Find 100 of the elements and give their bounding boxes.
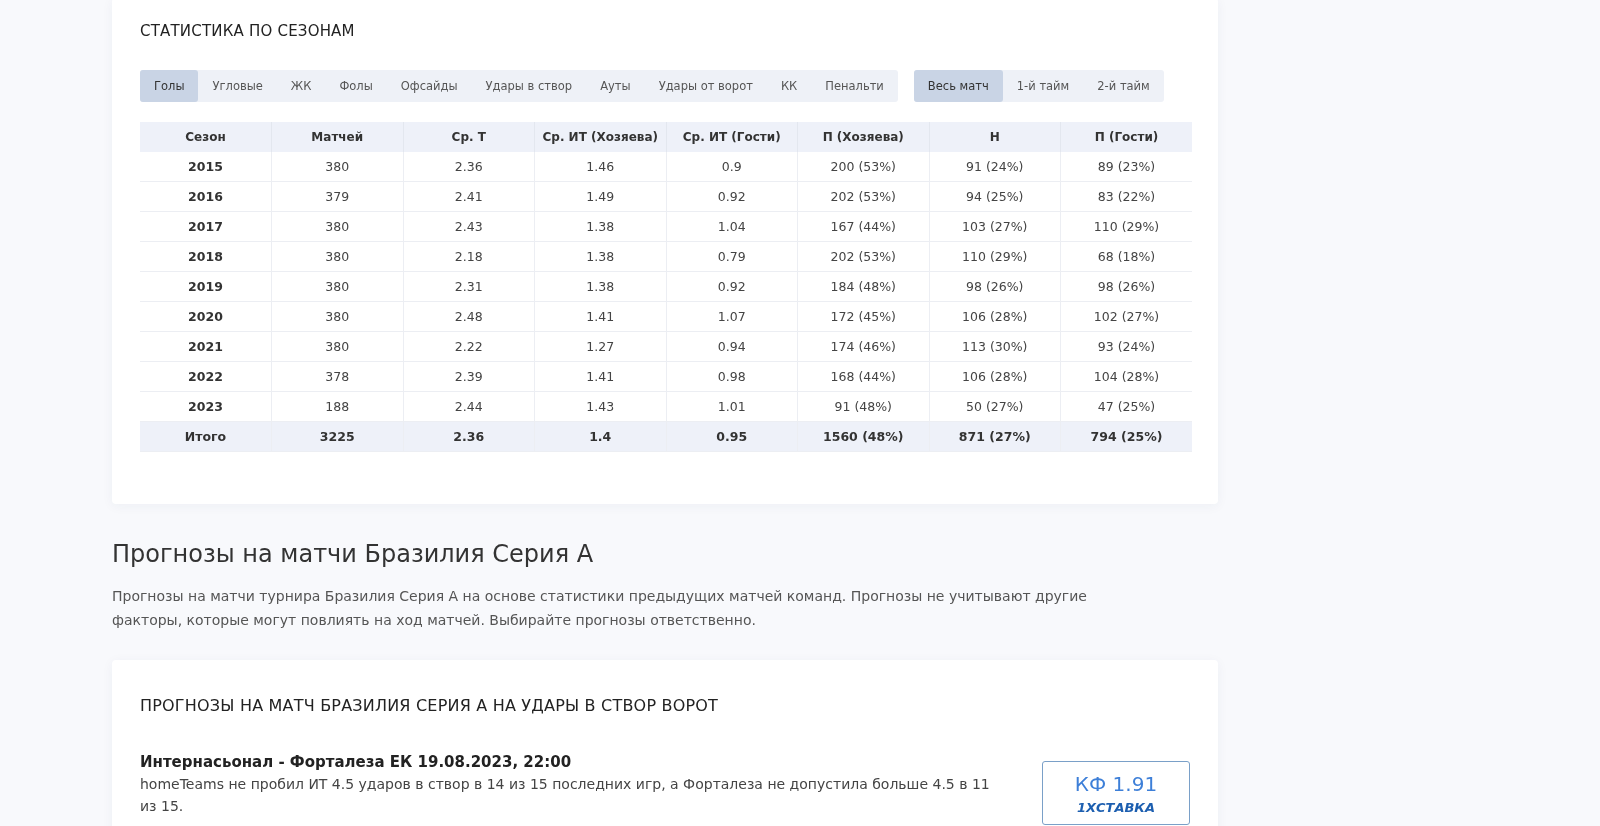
table-cell: 98 (26%) (929, 271, 1061, 302)
table-cell: 94 (25%) (929, 181, 1061, 212)
table-cell: 2.39 (403, 361, 535, 392)
table-cell: 89 (23%) (1060, 152, 1192, 182)
table-cell: 168 (44%) (797, 361, 929, 392)
odds-value: КФ 1.91 (1074, 771, 1158, 796)
tab[interactable]: Угловые (198, 70, 277, 102)
table-cell: 47 (25%) (1060, 391, 1192, 422)
table-cell: 1.04 (666, 211, 798, 242)
table-cell: 2.41 (403, 181, 535, 212)
table-cell: 1.43 (534, 391, 666, 422)
tab[interactable]: ЖК (276, 70, 326, 102)
total-cell: 3225 (271, 421, 403, 452)
table-cell: 0.94 (666, 331, 798, 362)
table-cell: 0.92 (666, 271, 798, 302)
section-title: СТАТИСТИКА ПО СЕЗОНАМ (140, 22, 356, 40)
table-cell: 2.44 (403, 391, 535, 422)
tab[interactable]: Фолы (325, 70, 387, 102)
table-cell: 1.49 (534, 181, 666, 212)
tab[interactable]: Весь матч (913, 70, 1003, 102)
tab[interactable]: Голы (140, 70, 199, 102)
table-cell: 380 (271, 152, 403, 182)
card-title: ПРОГНОЗЫ НА МАТЧ БРАЗИЛИЯ СЕРИЯ А НА УДАРЫ В СТВОР ВОРОТ (140, 696, 720, 715)
column-header: Ср. Т (403, 122, 535, 152)
tab[interactable]: Ауты (586, 70, 645, 102)
tab[interactable]: Удары от ворот (644, 70, 767, 102)
table-cell: 2022 (140, 361, 272, 392)
table-cell: 2021 (140, 331, 272, 362)
tab[interactable]: 2-й тайм (1083, 70, 1164, 102)
total-cell: 1.4 (534, 421, 666, 452)
table-cell: 2.22 (403, 331, 535, 362)
table-cell: 98 (26%) (1060, 271, 1192, 302)
tab[interactable]: КК (766, 70, 812, 102)
table-cell: 2016 (140, 181, 272, 212)
column-header: Ср. ИТ (Хозяева) (534, 122, 666, 152)
column-header: Н (929, 122, 1061, 152)
table-cell: 172 (45%) (797, 301, 929, 332)
column-header: Ср. ИТ (Гости) (666, 122, 798, 152)
match-title: Интернасьонал - Форталеза ЕК 19.08.2023, 22:00 (140, 753, 573, 771)
tab[interactable]: Удары в створ (471, 70, 587, 102)
total-cell: 1560 (48%) (797, 421, 929, 452)
table-cell: 0.98 (666, 361, 798, 392)
table-cell: 1.07 (666, 301, 798, 332)
table-cell: 103 (27%) (929, 211, 1061, 242)
table-cell: 167 (44%) (797, 211, 929, 242)
table-cell: 1.38 (534, 211, 666, 242)
table-cell: 68 (18%) (1060, 241, 1192, 272)
table-cell: 83 (22%) (1060, 181, 1192, 212)
table-cell: 91 (48%) (797, 391, 929, 422)
total-cell: 794 (25%) (1060, 421, 1192, 452)
table-cell: 110 (29%) (929, 241, 1061, 272)
section-heading: Прогнозы на матчи Бразилия Серия А (112, 540, 595, 568)
table-cell: 104 (28%) (1060, 361, 1192, 392)
table-cell: 2020 (140, 301, 272, 332)
table-cell: 1.01 (666, 391, 798, 422)
table-cell: 188 (271, 391, 403, 422)
table-cell: 200 (53%) (797, 152, 929, 182)
table-cell: 2023 (140, 391, 272, 422)
table-cell: 0.79 (666, 241, 798, 272)
table-cell: 1.41 (534, 361, 666, 392)
table-cell: 380 (271, 331, 403, 362)
table-cell: 1.38 (534, 241, 666, 272)
table-cell: 113 (30%) (929, 331, 1061, 362)
table-cell: 50 (27%) (929, 391, 1061, 422)
table-cell: 202 (53%) (797, 241, 929, 272)
table-cell: 2.48 (403, 301, 535, 332)
table-cell: 93 (24%) (1060, 331, 1192, 362)
odds-button[interactable]: КФ 1.91 1ХСТАВКА (1042, 761, 1190, 825)
table-cell: 110 (29%) (1060, 211, 1192, 242)
table-cell: 102 (27%) (1060, 301, 1192, 332)
table-cell: 1.27 (534, 331, 666, 362)
table-cell: 1.41 (534, 301, 666, 332)
prediction-text: homeTeams не пробил ИТ 4.5 ударов в створ в 14 из 15 последних игр, а Форталеза не допустила больше 4.5 в 11 из 15. (140, 775, 991, 816)
section-description: Прогнозы на матчи турнира Бразилия Серия А на основе статистики предыдущих матчей команд. Прогнозы не учитывают другие факторы, которые могут повлиять на ход матчей. Выбирайте прогнозы ответственно. (112, 587, 1088, 630)
table-cell: 0.9 (666, 152, 798, 182)
table-cell: 2015 (140, 152, 272, 182)
table-cell: 2017 (140, 211, 272, 242)
table-cell: 174 (46%) (797, 331, 929, 362)
bookmaker-logo: 1ХСТАВКА (1076, 799, 1156, 815)
column-header: Сезон (140, 122, 272, 152)
table-cell: 0.92 (666, 181, 798, 212)
total-cell: 0.95 (666, 421, 798, 452)
total-cell: 871 (27%) (929, 421, 1061, 452)
table-cell: 2018 (140, 241, 272, 272)
table-cell: 380 (271, 271, 403, 302)
table-cell: 380 (271, 211, 403, 242)
table-cell: 378 (271, 361, 403, 392)
table-cell: 2.43 (403, 211, 535, 242)
table-cell: 380 (271, 241, 403, 272)
table-cell: 2.18 (403, 241, 535, 272)
column-header: П (Хозяева) (797, 122, 929, 152)
table-cell: 2019 (140, 271, 272, 302)
total-cell: Итого (140, 421, 272, 452)
tab[interactable]: Пенальти (811, 70, 898, 102)
total-cell: 2.36 (403, 421, 535, 452)
tab[interactable]: Офсайды (386, 70, 472, 102)
column-header: Матчей (271, 122, 403, 152)
tab[interactable]: 1-й тайм (1002, 70, 1084, 102)
table-cell: 379 (271, 181, 403, 212)
table-cell: 202 (53%) (797, 181, 929, 212)
